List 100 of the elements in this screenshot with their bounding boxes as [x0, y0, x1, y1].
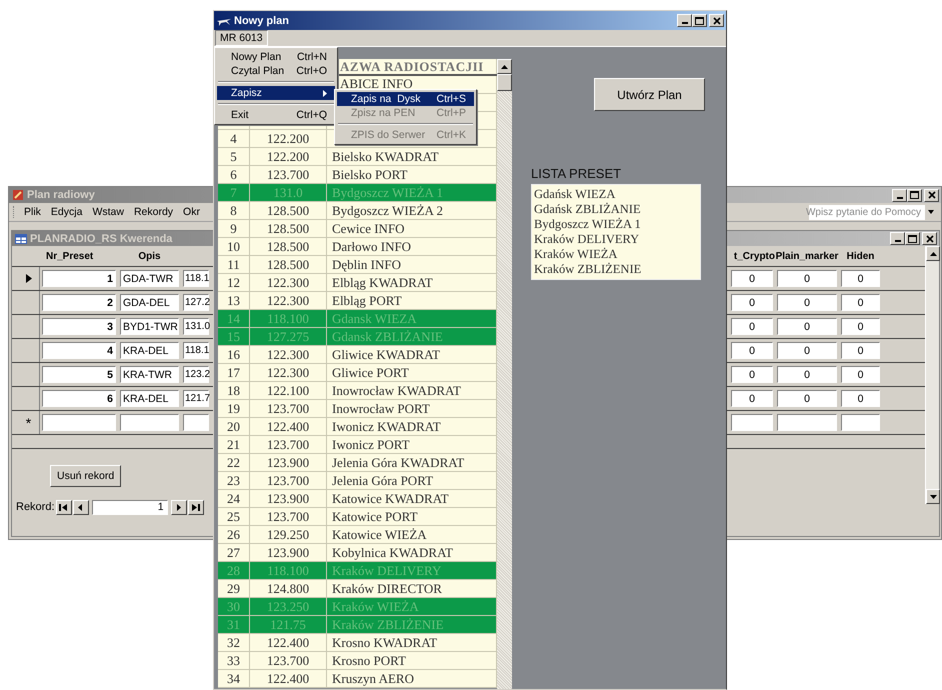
table-cell: 7	[218, 184, 250, 201]
table-row[interactable]: 23 123.700 Jelenia Góra PORT	[218, 472, 497, 490]
number-field[interactable]: 0	[731, 342, 773, 359]
table-cell: 122.200	[250, 148, 327, 165]
menu-item[interactable]: Exit Ctrl+Q	[217, 108, 335, 122]
table-row[interactable]: 16 122.300 Gliwice KWADRAT	[218, 346, 497, 364]
table-cell: 128.500	[250, 256, 327, 273]
number-field[interactable]: 0	[841, 318, 880, 335]
preset-list[interactable]: Gdańsk WIEZA Gdańsk ZBLIŻANIE Bydgoszcz WIEŻA 1 Kraków DELIVERY Kraków WIEŻA Kraków ZBLIŻENIE	[531, 184, 701, 280]
list-item[interactable]: Gdańsk ZBLIŻANIE	[534, 202, 698, 217]
table-cell: 128.500	[250, 220, 327, 237]
table-cell: 19	[218, 400, 250, 417]
list-item[interactable]: Kraków DELIVERY	[534, 232, 698, 247]
number-field[interactable]: 0	[777, 366, 837, 383]
table-row[interactable]: 10 128.500 Darłowo INFO	[218, 238, 497, 256]
number-field[interactable]: 0	[731, 294, 773, 311]
table-row[interactable]: 33 123.700 Krosno PORT	[218, 652, 497, 670]
list-item[interactable]: Bydgoszcz WIEŻA 1	[534, 217, 698, 232]
number-field[interactable]: 0	[731, 270, 773, 287]
text-field[interactable]: KRA-TWR	[120, 366, 179, 383]
text-field[interactable]: GDA-DEL	[120, 294, 179, 311]
table-row[interactable]: 22 123.900 Jelenia Góra KWADRAT	[218, 454, 497, 472]
table-cell: 123.900	[250, 544, 327, 561]
number-field[interactable]: 0	[841, 294, 880, 311]
table-cell: 123.700	[250, 400, 327, 417]
table-row[interactable]: 25 123.700 Katowice PORT	[218, 508, 497, 526]
table-row[interactable]: 8 128.500 Bydgoszcz WIEŻA 2	[218, 202, 497, 220]
table-cell: 33	[218, 652, 250, 669]
table-row[interactable]: 21 123.700 Iwonicz PORT	[218, 436, 497, 454]
table-cell: 123.700	[250, 508, 327, 525]
number-field[interactable]: 0	[777, 294, 837, 311]
menu-item[interactable]: Zapisz	[217, 86, 335, 100]
table-cell: 29	[218, 580, 250, 597]
number-field[interactable]: 0	[777, 270, 837, 287]
number-field[interactable]: 0	[841, 390, 880, 407]
table-row[interactable]: 12 122.300 Elbląg KWADRAT	[218, 274, 497, 292]
table-row[interactable]: 20 122.400 Iwonicz KWADRAT	[218, 418, 497, 436]
number-field[interactable]: 0	[777, 342, 837, 359]
table-row[interactable]: 34 122.400 Kruszyn AERO	[218, 670, 497, 688]
text-field[interactable]: 131.0	[183, 318, 209, 335]
number-field[interactable]: 1	[42, 270, 116, 287]
menu-item[interactable]: Wstaw	[87, 206, 129, 218]
create-plan-button[interactable]: Utwórz Plan	[594, 78, 705, 111]
number-field[interactable]: 3	[42, 318, 116, 335]
table-row[interactable]: 18 122.100 Inowrocław KWADRAT	[218, 382, 497, 400]
number-field[interactable]: 2	[42, 294, 116, 311]
number-field[interactable]: 5	[42, 366, 116, 383]
text-field[interactable]: KRA-DEL	[120, 390, 179, 407]
column-header: Nr_Preset	[46, 250, 94, 262]
list-item[interactable]: Kraków WIEŻA	[534, 247, 698, 262]
number-field[interactable]: 0	[731, 390, 773, 407]
table-row[interactable]: 9 128.500 Cewice INFO	[218, 220, 497, 238]
menu-item[interactable]: Zapis na Dysk Ctrl+S	[337, 92, 474, 106]
table-cell: 8	[218, 202, 250, 219]
text-field[interactable]: KRA-DEL	[120, 342, 179, 359]
number-field[interactable]: 0	[731, 366, 773, 383]
table-row[interactable]: 11 128.500 Dęblin INFO	[218, 256, 497, 274]
table-cell: 129.250	[250, 526, 327, 543]
table-cell: 122.300	[250, 364, 327, 381]
menu-item[interactable]: Edycja	[46, 206, 88, 218]
table-cell: 11	[218, 256, 250, 273]
column-header: Hiden	[846, 250, 874, 262]
table-row[interactable]: 19 123.700 Inowrocław PORT	[218, 400, 497, 418]
number-field[interactable]: 0	[841, 342, 880, 359]
text-field[interactable]: 118.1	[183, 270, 209, 287]
table-row[interactable]: 32 122.400 Krosno KWADRAT	[218, 634, 497, 652]
table-row[interactable]: 24 123.900 Katowice KWADRAT	[218, 490, 497, 508]
table-cell: 128.500	[250, 202, 327, 219]
table-row[interactable]: 5 122.200 Bielsko KWADRAT	[218, 148, 497, 166]
table-cell: 27	[218, 544, 250, 561]
table-row[interactable]: 17 122.300 Gliwice PORT	[218, 364, 497, 382]
list-item[interactable]: Kraków ZBLIŻENIE	[534, 262, 698, 277]
menu-item[interactable]: Rekordy	[128, 206, 178, 218]
table-cell: 6	[218, 166, 250, 183]
table-cell: 123.250	[250, 598, 327, 615]
menu-item[interactable]: Plik	[19, 206, 46, 218]
table-cell: 14	[218, 310, 250, 327]
table-cell: 122.200	[250, 130, 327, 147]
table-cell: 122.400	[250, 670, 327, 687]
text-field[interactable]: 121.7	[183, 390, 209, 407]
record-number-field[interactable]: 1	[92, 500, 168, 514]
menu-item[interactable]: MR 6013	[215, 30, 268, 46]
number-field[interactable]: 0	[841, 270, 880, 287]
text-field[interactable]: 127.2	[183, 294, 209, 311]
number-field[interactable]: 0	[777, 390, 837, 407]
number-field[interactable]: 0	[841, 366, 880, 383]
number-field[interactable]: 0	[777, 318, 837, 335]
text-field[interactable]: GDA-TWR	[120, 270, 179, 287]
number-field[interactable]: 4	[42, 342, 116, 359]
text-field[interactable]: 123.2	[183, 366, 209, 383]
table-cell: 123.700	[250, 652, 327, 669]
delete-record-button[interactable]: Usuń rekord	[50, 465, 122, 487]
table-row[interactable]: 26 129.250 Katowice WIEŻA	[218, 526, 497, 544]
table-cell: 13	[218, 292, 250, 309]
number-field[interactable]: 6	[42, 390, 116, 407]
list-item[interactable]: Gdańsk WIEZA	[534, 187, 698, 202]
number-field[interactable]: 0	[731, 318, 773, 335]
text-field[interactable]: 118.1	[183, 342, 209, 359]
menu-item[interactable]: Okr	[178, 206, 205, 218]
text-field[interactable]: BYD1-TWR	[120, 318, 179, 335]
